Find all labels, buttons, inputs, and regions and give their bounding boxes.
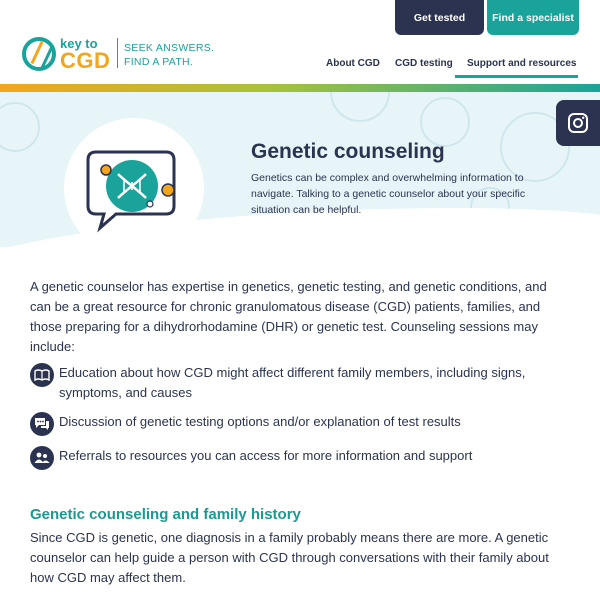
intro-paragraph: A genetic counselor has expertise in gen…	[30, 279, 547, 354]
tagline-line2: FIND A PATH.	[124, 56, 194, 68]
logo-divider	[117, 38, 118, 68]
site-header: key to CGD SEEK ANSWERS. FIND A PATH. Ge…	[0, 0, 600, 84]
dna-logo-icon	[22, 37, 56, 71]
list-item-text: Education about how CGD might affect dif…	[59, 365, 526, 400]
nav-active-indicator	[455, 75, 578, 78]
chat-icon	[30, 412, 54, 436]
nav-item-about-cgd[interactable]: About CGD	[326, 58, 380, 69]
chat-dna-icon	[86, 150, 176, 233]
logo[interactable]: key to CGD	[22, 34, 112, 74]
instagram-button[interactable]	[556, 100, 600, 146]
list-item: Education about how CGD might affect dif…	[30, 363, 575, 403]
tagline-line1: SEEK ANSWERS.	[124, 42, 215, 54]
header-gradient-bar	[0, 84, 600, 92]
hero-banner: Genetic counseling Genetics can be compl…	[0, 92, 600, 247]
background-helix-decoration	[0, 102, 40, 152]
section-heading: Genetic counseling and family history	[30, 506, 301, 523]
tagline: SEEK ANSWERS. FIND A PATH.	[124, 41, 214, 69]
page-title: Genetic counseling	[251, 140, 445, 163]
nav-item-support-resources[interactable]: Support and resources	[467, 58, 576, 69]
book-icon	[30, 363, 54, 387]
instagram-icon	[568, 113, 588, 133]
people-icon	[30, 446, 54, 470]
list-item: Discussion of genetic testing options an…	[30, 412, 575, 436]
list-item-text: Referrals to resources you can access fo…	[59, 448, 473, 463]
list-item-text: Discussion of genetic testing options an…	[59, 414, 461, 429]
list-item: Referrals to resources you can access fo…	[30, 446, 575, 470]
find-specialist-button[interactable]: Find a specialist	[487, 0, 579, 35]
logo-cgd: CGD	[60, 47, 111, 73]
hero-description: Genetics can be complex and overwhelming…	[251, 172, 526, 216]
section-paragraph: Since CGD is genetic, one diagnosis in a…	[30, 530, 549, 585]
nav-item-cgd-testing[interactable]: CGD testing	[395, 58, 453, 69]
get-tested-button[interactable]: Get tested	[395, 0, 484, 35]
background-helix-decoration	[330, 92, 390, 122]
